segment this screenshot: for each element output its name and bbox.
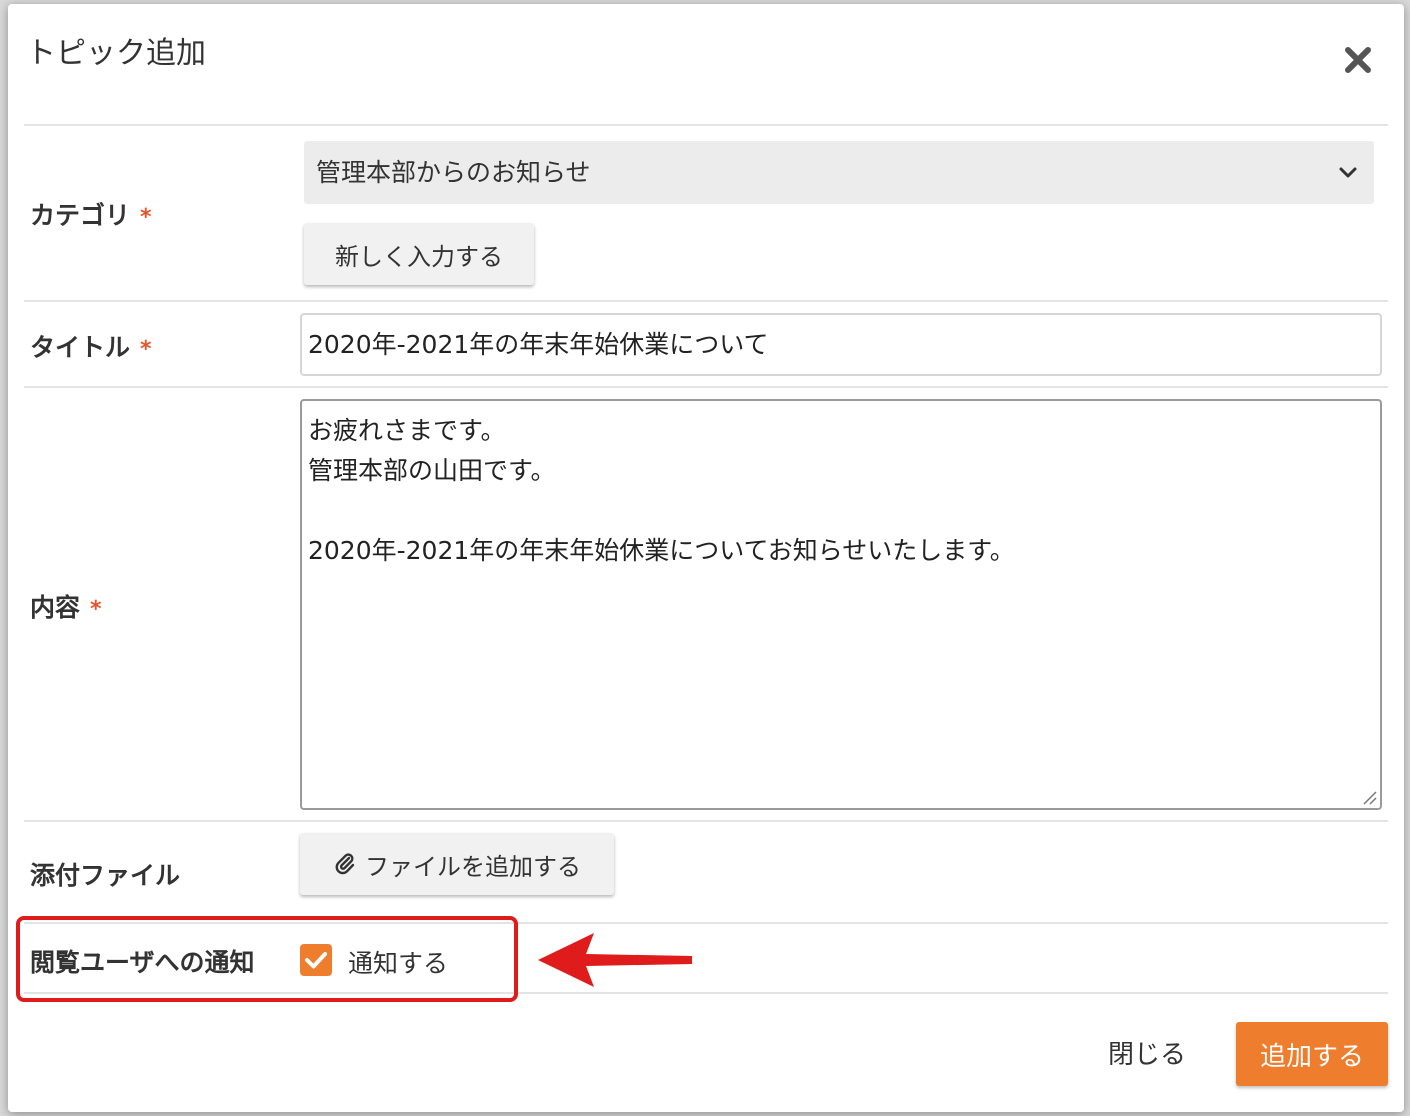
add-topic-dialog: トピック追加 カテゴリ * 管理本部からのお知らせ 新しく入力する タイトル * 2… [8,4,1404,1112]
dialog-title: トピック追加 [26,36,206,71]
content-line [308,491,1374,531]
title-label: タイトル * [30,328,152,364]
add-file-button-label: ファイルを追加する [365,852,581,881]
close-button[interactable] [1338,40,1378,80]
submit-button[interactable]: 追加する [1236,1022,1388,1086]
close-icon [1345,47,1371,73]
chevron-down-icon [1339,167,1357,178]
category-selected-value: 管理本部からのお知らせ [316,158,591,187]
category-select[interactable]: 管理本部からのお知らせ [304,141,1374,204]
required-mark: * [140,337,152,362]
divider [24,820,1388,822]
annotation-highlight-box [16,916,518,1002]
divider [24,124,1388,126]
content-line: 管理本部の山田です。 [308,456,556,485]
new-category-button[interactable]: 新しく入力する [304,223,534,285]
content-line: 2020年-2021年の年末年始休業についてお知らせいたします。 [308,536,1015,565]
category-label-text: カテゴリ [30,201,131,230]
required-mark: * [90,597,102,622]
title-label-text: タイトル [30,333,131,362]
required-mark: * [140,205,152,230]
divider [24,386,1388,388]
content-label: 内容 * [30,588,102,624]
title-input[interactable]: 2020年-2021年の年末年始休業について [300,313,1382,376]
add-file-button[interactable]: ファイルを追加する [300,833,614,895]
resize-grip-icon[interactable] [1360,788,1378,806]
close-text-button[interactable]: 閉じる [1108,1034,1186,1071]
paperclip-icon [335,853,355,875]
annotation-arrow-icon [538,933,692,987]
content-line: お疲れさまです。 [308,416,506,445]
category-label: カテゴリ * [30,196,152,232]
attachment-label: 添付ファイル [30,861,181,890]
content-textarea[interactable]: お疲れさまです。 管理本部の山田です。 2020年-2021年の年末年始休業につ… [300,399,1382,810]
content-label-text: 内容 [30,593,81,622]
divider [24,300,1388,302]
